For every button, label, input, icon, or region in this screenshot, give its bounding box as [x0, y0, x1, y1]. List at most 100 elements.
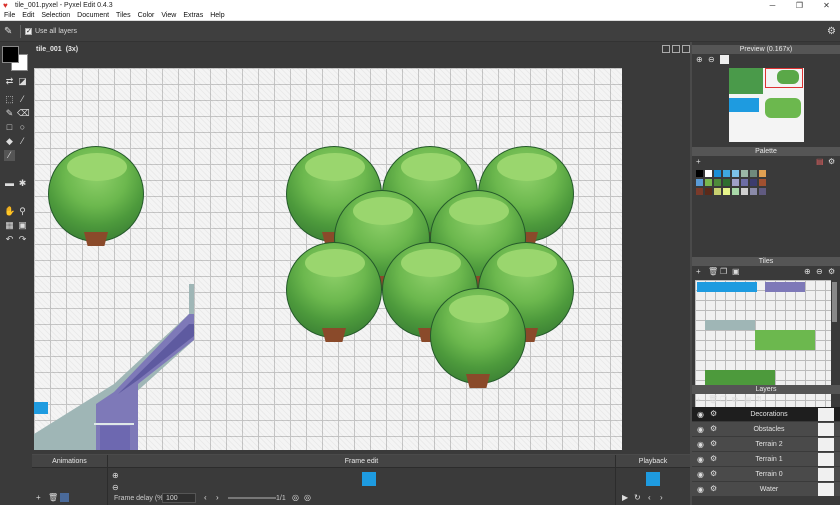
palette-swatch[interactable]: [741, 179, 748, 186]
menu-extras[interactable]: Extras: [179, 12, 206, 19]
menu-help[interactable]: Help: [206, 12, 227, 19]
maximize-button[interactable]: ❐: [786, 0, 813, 11]
add-animation-icon[interactable]: +: [36, 493, 41, 503]
tile-grid-icon[interactable]: ▣: [17, 220, 28, 231]
primary-color-swatch[interactable]: [2, 46, 19, 63]
duplicate-tile-icon[interactable]: ❐: [720, 267, 727, 277]
preview-fit-icon[interactable]: [720, 55, 729, 64]
grid-toggle-icon[interactable]: ▦: [4, 220, 15, 231]
menu-tiles[interactable]: Tiles: [112, 12, 134, 19]
preview-zoom-in-icon[interactable]: ⊕: [696, 55, 703, 65]
palette-swatch[interactable]: [723, 188, 730, 195]
fill-tool-icon[interactable]: ◆: [4, 136, 15, 147]
canvas-vertical-scroll-area[interactable]: [666, 68, 686, 450]
layer-visibility-icon[interactable]: ◉: [697, 425, 704, 434]
menu-file[interactable]: File: [0, 12, 18, 19]
preview-thumbnail[interactable]: [729, 68, 804, 142]
step-forward-icon[interactable]: ›: [660, 493, 663, 503]
palette-swatch[interactable]: [732, 170, 739, 177]
step-back-icon[interactable]: ‹: [648, 493, 651, 503]
swap-colors-icon[interactable]: ⇄: [4, 76, 15, 87]
tile-tool-icon[interactable]: ▬: [4, 178, 15, 189]
tiles-zoom-out-icon[interactable]: ⊖: [816, 267, 823, 277]
reset-colors-icon[interactable]: ◪: [17, 76, 28, 87]
palette-swatch[interactable]: [759, 179, 766, 186]
play-mode-icon[interactable]: ◎: [304, 493, 311, 503]
layer-group-icon[interactable]: ▤: [744, 395, 752, 405]
palette-swatch[interactable]: [741, 170, 748, 177]
canvas-close-button[interactable]: [682, 45, 690, 53]
layer-row[interactable]: ◉ ⚙ Decorations: [692, 407, 840, 422]
select-rect-icon[interactable]: ⬚: [4, 94, 15, 105]
canvas-restore-button[interactable]: [672, 45, 680, 53]
palette-swatch[interactable]: [714, 188, 721, 195]
palette-swatch[interactable]: [696, 179, 703, 186]
play-icon[interactable]: ▶: [622, 493, 628, 503]
palette-settings-icon[interactable]: ⚙: [828, 157, 835, 167]
duplicate-layer-icon[interactable]: ❐: [720, 395, 727, 405]
tile-stamp-icon[interactable]: ✱: [17, 178, 28, 189]
color-pick-tool-icon[interactable]: ⁄: [4, 150, 15, 161]
palette-swatch[interactable]: [723, 170, 730, 177]
layer-move-icon[interactable]: ⇅: [756, 395, 763, 405]
layer-visibility-icon[interactable]: ◉: [697, 470, 704, 479]
merge-layer-icon[interactable]: ⧉: [732, 395, 738, 405]
layer-settings-icon[interactable]: ⚙: [710, 409, 717, 418]
canvas-minimize-button[interactable]: [662, 45, 670, 53]
layer-row[interactable]: ◉ ⚙ Terrain 1: [692, 452, 840, 467]
palette-swatch[interactable]: [732, 188, 739, 195]
pencil-tool-icon[interactable]: ✎: [4, 108, 15, 119]
palette-swatch[interactable]: [705, 170, 712, 177]
prev-frame-icon[interactable]: ‹: [204, 493, 207, 503]
menu-document[interactable]: Document: [73, 12, 112, 19]
palette-swatch[interactable]: [750, 188, 757, 195]
layer-visibility-icon[interactable]: ◉: [697, 485, 704, 494]
animation-settings-icon[interactable]: [60, 493, 69, 502]
add-layer-icon[interactable]: +: [696, 395, 701, 405]
layer-settings-icon[interactable]: ⚙: [710, 439, 717, 448]
palette-swatch[interactable]: [696, 170, 703, 177]
frame-thumbnail[interactable]: [362, 472, 376, 486]
palette-options-icon[interactable]: ▤: [816, 157, 824, 167]
palette-swatch[interactable]: [759, 170, 766, 177]
tiles-scrollbar[interactable]: [832, 282, 837, 322]
next-frame-icon[interactable]: ›: [216, 493, 219, 503]
eraser-tool-icon[interactable]: ⌫: [17, 108, 30, 119]
palette-swatch[interactable]: [705, 188, 712, 195]
ellipse-tool-icon[interactable]: ○: [17, 122, 28, 133]
menu-selection[interactable]: Selection: [37, 12, 73, 19]
toolbar-settings-icon[interactable]: ⚙: [827, 26, 836, 37]
palette-swatch[interactable]: [750, 179, 757, 186]
menu-edit[interactable]: Edit: [18, 12, 37, 19]
zoom-out-icon[interactable]: ⊖: [112, 483, 119, 493]
palette-swatch[interactable]: [714, 170, 721, 177]
layer-settings-icon[interactable]: ⚙: [710, 484, 717, 493]
layer-settings-icon[interactable]: ⚙: [710, 454, 717, 463]
palette-swatch[interactable]: [732, 179, 739, 186]
close-button[interactable]: ✕: [813, 0, 840, 11]
frame-slider[interactable]: [228, 497, 276, 499]
add-tile-icon[interactable]: +: [696, 267, 701, 277]
redo-icon[interactable]: ↷: [17, 234, 28, 245]
palette-swatch[interactable]: [696, 188, 703, 195]
tile-view-icon[interactable]: ▣: [732, 267, 740, 277]
delete-animation-icon[interactable]: 🗑: [48, 493, 58, 503]
layer-row[interactable]: ◉ ⚙ Terrain 0: [692, 467, 840, 482]
undo-icon[interactable]: ↶: [4, 234, 15, 245]
rectangle-tool-icon[interactable]: □: [4, 122, 15, 133]
palette-swatch[interactable]: [741, 188, 748, 195]
onion-skin-icon[interactable]: ◎: [292, 493, 299, 503]
magic-wand-icon[interactable]: ⁄: [17, 94, 28, 105]
tiles-settings-icon[interactable]: ⚙: [828, 267, 835, 277]
layer-visibility-icon[interactable]: ◉: [697, 455, 704, 464]
menu-view[interactable]: View: [157, 12, 179, 19]
palette-swatch[interactable]: [750, 170, 757, 177]
layer-row[interactable]: ◉ ⚙ Obstacles: [692, 422, 840, 437]
preview-zoom-out-icon[interactable]: ⊖: [708, 55, 715, 65]
frame-delay-input[interactable]: 100: [162, 493, 196, 503]
eyedropper-tool-icon[interactable]: ⁄: [17, 136, 28, 147]
loop-icon[interactable]: ↻: [634, 493, 641, 503]
pan-hand-icon[interactable]: ✋: [4, 206, 15, 217]
layer-settings-icon[interactable]: ⚙: [710, 469, 717, 478]
minimize-button[interactable]: ─: [759, 0, 786, 11]
